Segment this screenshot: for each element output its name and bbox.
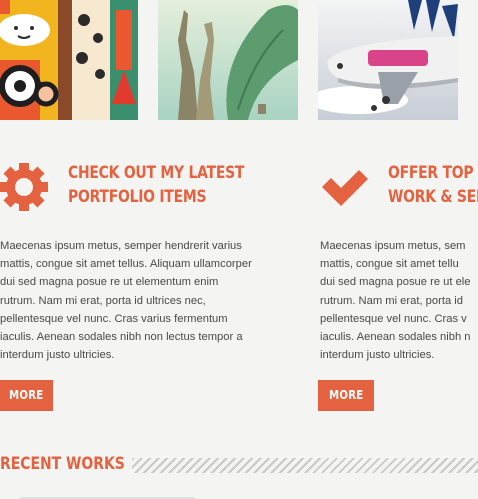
feature-text-line: Maecenas ipsum metus, sem [320, 240, 466, 252]
more-button[interactable]: MORE [318, 380, 374, 411]
feature-title: Offer top n work & ser [388, 161, 478, 209]
more-button-label: MORE [9, 388, 44, 402]
feature-text-line: mattis, congue sit amet tellu [320, 258, 459, 271]
airplane-art [318, 0, 458, 120]
section-divider [132, 458, 478, 473]
feature-title-line: Offer top n [388, 163, 478, 183]
feature-text-line: pellentesque vel nunc. Cras varius ferme… [0, 312, 228, 325]
more-button[interactable]: MORE [0, 380, 53, 411]
feature-text-line: iaculis. Aenean sodales nibh non lectus … [0, 331, 243, 344]
feature-title-line: portfolio items [68, 187, 207, 207]
giraffe-art [158, 0, 298, 120]
feature-description: Maecenas ipsum metus, semper hendrerit v… [0, 237, 252, 364]
checkmark-icon [322, 170, 368, 206]
feature-text-line: interdum justo ultricies. [0, 349, 115, 362]
feature-title: Check out my latest portfolio items [68, 161, 281, 209]
feature-description: Maecenas ipsum metus, sem mattis, congue… [320, 237, 471, 364]
illustration-art [0, 0, 138, 120]
feature-text-line: rutrum. Nam mi erat, porta id [320, 294, 463, 307]
feature-text-line: iaculis. Aenean sodales nibh n [320, 331, 471, 344]
feature-title-line: Check out my latest [68, 163, 245, 183]
section-title-recent-works: RECENT WORKS [0, 454, 125, 474]
gear-icon [0, 163, 48, 211]
giraffe-thumbnail[interactable] [158, 0, 298, 120]
feature-text-line: Maecenas ipsum metus, semper hendrerit v… [0, 240, 242, 252]
feature-text-line: interdum justo ultricies. [320, 349, 435, 362]
feature-text-line: dui sed magna posue re ut ele [320, 276, 471, 289]
feature-title-line: work & ser [388, 187, 478, 207]
feature-text-line: rutrum. Nam mi erat, porta id ultrices n… [0, 294, 206, 307]
feature-text-line: mattis, congue sit amet tellus. Aliquam … [0, 258, 252, 271]
more-button-label: MORE [328, 388, 364, 402]
illustration-thumbnail[interactable] [0, 0, 138, 120]
feature-text-line: pellentesque vel nunc. Cras v [320, 312, 467, 325]
airplane-thumbnail[interactable] [318, 0, 458, 120]
feature-text-line: dui sed magna posue re ut elementum enim [0, 276, 219, 289]
